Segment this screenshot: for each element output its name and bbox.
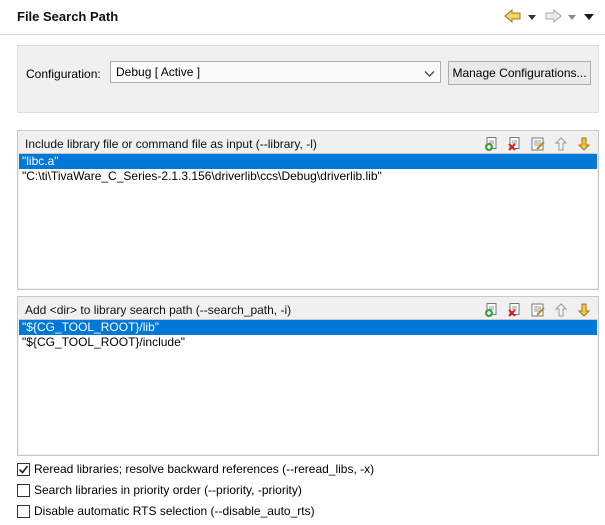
page-title: File Search Path <box>17 9 119 24</box>
configuration-label: Configuration: <box>26 67 101 81</box>
reread-libraries-option[interactable]: Reread libraries; resolve backward refer… <box>17 461 374 477</box>
priority-order-checkbox[interactable] <box>17 483 30 497</box>
configuration-selected-value: Debug [ Active ] <box>116 65 201 79</box>
back-arrow-icon[interactable] <box>504 8 522 27</box>
back-dropdown-icon[interactable] <box>528 14 536 20</box>
forward-arrow-icon[interactable] <box>544 8 562 27</box>
library-toolbar <box>482 135 593 152</box>
search-path-group-title: Add <dir> to library search path (--sear… <box>25 303 292 317</box>
search-path-group: Add <dir> to library search path (--sear… <box>17 296 599 456</box>
add-icon[interactable] <box>482 301 501 318</box>
list-item[interactable]: "libc.a" <box>19 154 597 169</box>
forward-navigation[interactable] <box>544 8 576 26</box>
configuration-select[interactable]: Debug [ Active ] <box>110 61 441 83</box>
move-up-icon[interactable] <box>551 301 570 318</box>
reread-libraries-label: Reread libraries; resolve backward refer… <box>34 462 375 476</box>
edit-icon[interactable] <box>528 301 547 318</box>
priority-order-option[interactable]: Search libraries in priority order (--pr… <box>17 482 302 498</box>
edit-icon[interactable] <box>528 135 547 152</box>
disable-auto-rts-checkbox[interactable] <box>17 504 30 518</box>
search-path-toolbar <box>482 301 593 318</box>
chevron-down-icon <box>424 67 435 81</box>
disable-auto-rts-option[interactable]: Disable automatic RTS selection (--disab… <box>17 503 315 519</box>
library-group-title: Include library file or command file as … <box>25 137 317 151</box>
add-icon[interactable] <box>482 135 501 152</box>
priority-order-label: Search libraries in priority order (--pr… <box>34 483 302 497</box>
move-down-icon[interactable] <box>574 301 593 318</box>
library-group: Include library file or command file as … <box>17 130 599 290</box>
list-item[interactable]: "${CG_TOOL_ROOT}/include" <box>19 335 597 350</box>
list-item[interactable]: "${CG_TOOL_ROOT}/lib" <box>19 320 597 335</box>
library-list[interactable]: "libc.a" "C:\ti\TivaWare_C_Series-2.1.3.… <box>19 153 597 288</box>
move-up-icon[interactable] <box>551 135 570 152</box>
forward-dropdown-icon[interactable] <box>568 14 576 20</box>
delete-icon[interactable] <box>505 301 524 318</box>
list-item[interactable]: "C:\ti\TivaWare_C_Series-2.1.3.156\drive… <box>19 169 597 184</box>
header-bar: File Search Path <box>0 0 605 35</box>
configuration-group: Configuration: Debug [ Active ] Manage C… <box>17 45 599 113</box>
view-menu-icon[interactable] <box>582 8 596 26</box>
search-path-list[interactable]: "${CG_TOOL_ROOT}/lib" "${CG_TOOL_ROOT}/i… <box>19 319 597 454</box>
delete-icon[interactable] <box>505 135 524 152</box>
reread-libraries-checkbox[interactable] <box>17 462 30 476</box>
manage-configurations-button[interactable]: Manage Configurations... <box>448 61 591 85</box>
disable-auto-rts-label: Disable automatic RTS selection (--disab… <box>34 504 315 518</box>
move-down-icon[interactable] <box>574 135 593 152</box>
back-navigation[interactable] <box>504 8 536 26</box>
